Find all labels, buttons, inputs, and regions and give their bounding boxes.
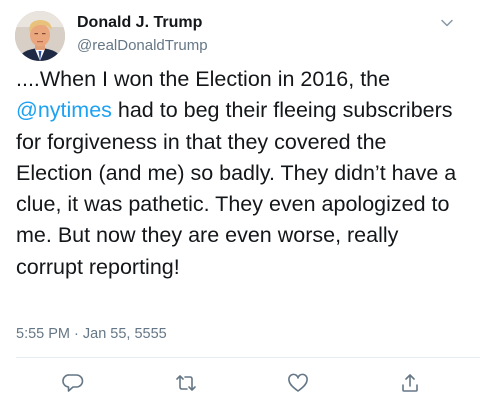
heart-icon — [288, 373, 308, 392]
display-name[interactable]: Donald J. Trump — [77, 14, 202, 32]
tweet-text-part: had to beg their fleeing subscribers for… — [16, 98, 457, 279]
reply-icon — [62, 374, 84, 392]
more-options-caret[interactable] — [440, 16, 454, 30]
tweet-text-part: ....When I won the Election in 2016, the — [16, 67, 391, 91]
avatar[interactable] — [15, 11, 65, 61]
tweet-card: Donald J. Trump @realDonaldTrump ....Whe… — [0, 0, 480, 410]
tweet-text: ....When I won the Election in 2016, the… — [16, 64, 468, 283]
mention-link[interactable]: @nytimes — [16, 98, 112, 122]
chevron-down-icon — [441, 19, 453, 27]
share-button[interactable] — [398, 371, 422, 395]
profile-photo-icon — [15, 11, 65, 61]
timestamp[interactable]: 5:55 PM · Jan 55, 5555 — [16, 326, 167, 342]
like-button[interactable] — [286, 371, 310, 395]
retweet-button[interactable] — [174, 371, 198, 395]
retweet-icon — [176, 375, 196, 391]
username-handle[interactable]: @realDonaldTrump — [77, 37, 208, 54]
reply-button[interactable] — [61, 371, 85, 395]
share-icon — [402, 374, 418, 392]
divider — [16, 357, 480, 358]
